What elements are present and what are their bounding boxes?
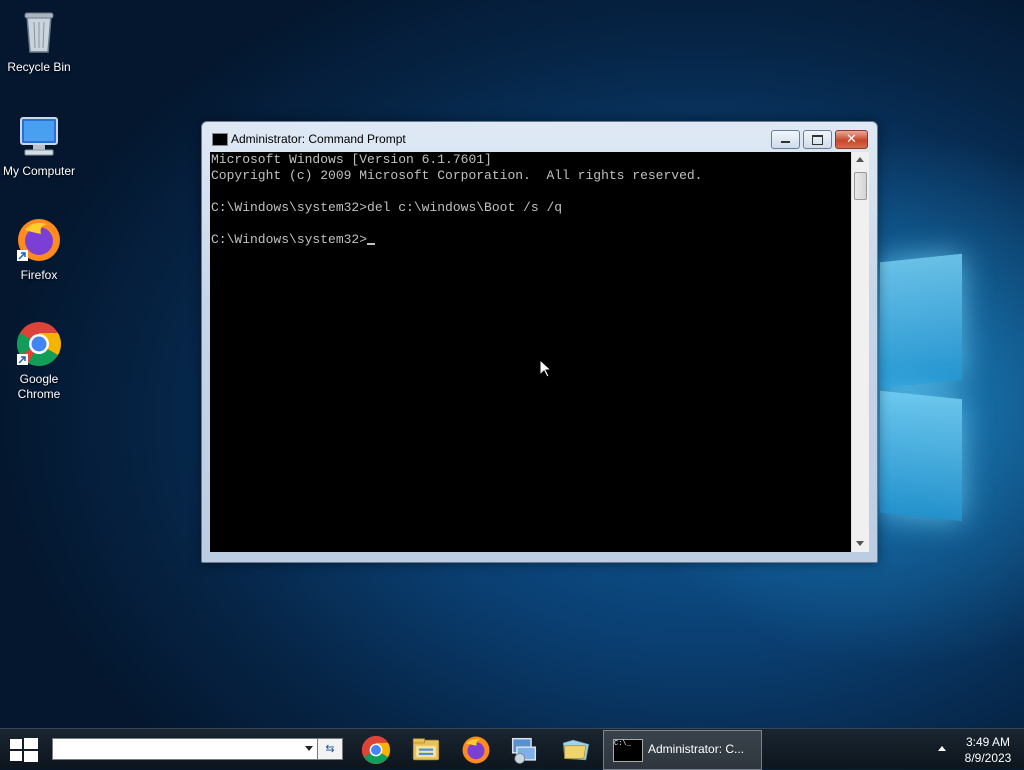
close-icon: ✕ xyxy=(846,131,857,146)
maximize-button[interactable] xyxy=(803,130,832,149)
scrollbar-thumb[interactable] xyxy=(854,172,867,200)
clock-date: 8/9/2023 xyxy=(964,751,1012,765)
refresh-arrows-icon: ⇆ xyxy=(325,743,335,755)
computer-icon xyxy=(15,112,63,160)
desktop-icon-firefox[interactable]: Firefox xyxy=(0,216,78,283)
window-titlebar[interactable]: Administrator: Command Prompt ✕ xyxy=(202,122,877,152)
recycle-bin-icon xyxy=(15,8,63,56)
console-prompt: C:\Windows\system32> xyxy=(211,232,368,247)
text-cursor xyxy=(367,243,376,245)
desktop-icon-my-computer[interactable]: My Computer xyxy=(0,112,78,179)
window-title: Administrator: Command Prompt xyxy=(231,132,406,146)
vertical-scrollbar[interactable] xyxy=(851,152,869,552)
go-button[interactable]: ⇆ xyxy=(317,738,343,760)
mouse-pointer-icon xyxy=(540,360,552,378)
desktop-icon-google-chrome[interactable]: Google Chrome xyxy=(0,320,78,402)
windows-logo-wallpaper xyxy=(876,250,966,530)
clock-time: 3:49 AM xyxy=(965,735,1011,749)
console-prompt-line[interactable]: C:\Windows\system32> xyxy=(210,232,851,248)
command-prompt-window[interactable]: Administrator: Command Prompt ✕ Microsof… xyxy=(201,121,878,563)
console-line: C:\Windows\system32>del c:\windows\Boot … xyxy=(211,200,563,215)
scroll-down-arrow[interactable] xyxy=(856,541,864,546)
task-label: Administrator: C... xyxy=(648,742,745,756)
firefox-icon xyxy=(15,216,63,264)
cmd-icon: C:\_ xyxy=(613,739,643,762)
desktop-icon-label: Firefox xyxy=(20,268,58,282)
taskbar-firefox-icon[interactable] xyxy=(459,733,493,767)
minimize-icon xyxy=(781,141,790,143)
system-clock[interactable]: 3:49 AM 8/9/2023 xyxy=(956,734,1020,766)
taskbar-chrome-icon[interactable] xyxy=(359,733,393,767)
address-search-input[interactable] xyxy=(52,738,318,760)
close-button[interactable]: ✕ xyxy=(835,130,868,149)
chevron-down-icon[interactable] xyxy=(305,746,313,751)
chrome-icon xyxy=(15,320,63,368)
desktop-icon-label: Google Chrome xyxy=(17,372,61,401)
desktop-icon-label: Recycle Bin xyxy=(7,60,71,74)
cmd-icon xyxy=(212,133,228,146)
taskbar-task-command-prompt[interactable]: C:\_ Administrator: C... xyxy=(603,730,762,770)
show-hidden-icons-arrow[interactable] xyxy=(938,746,946,751)
taskbar-network-icon[interactable] xyxy=(507,733,541,767)
scroll-up-arrow[interactable] xyxy=(856,157,864,162)
taskbar-folder-icon[interactable] xyxy=(559,733,593,767)
desktop-icon-recycle-bin[interactable]: Recycle Bin xyxy=(0,8,78,75)
desktop-icon-label: My Computer xyxy=(2,164,76,178)
start-button[interactable] xyxy=(10,738,38,762)
console-line: Microsoft Windows [Version 6.1.7601] xyxy=(211,152,492,167)
restore-icon xyxy=(812,135,823,145)
console-output[interactable]: Microsoft Windows [Version 6.1.7601] Cop… xyxy=(210,152,851,552)
taskbar-file-explorer-icon[interactable] xyxy=(409,733,443,767)
console-line: Copyright (c) 2009 Microsoft Corporation… xyxy=(211,168,703,183)
cmd-thumb-text: C:\_ xyxy=(614,740,631,748)
taskbar: ⇆ C:\_ Administrator: C... 3:49 AM 8/9/2… xyxy=(0,728,1024,770)
minimize-button[interactable] xyxy=(771,130,800,149)
